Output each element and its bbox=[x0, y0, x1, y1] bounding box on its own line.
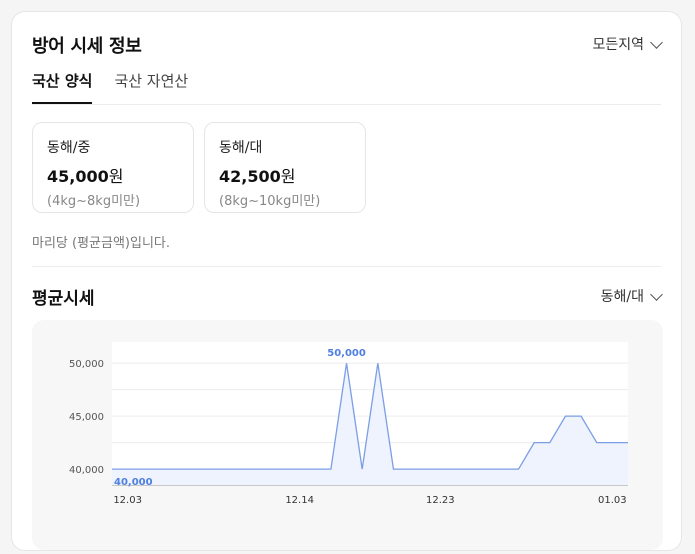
data-label: 50,000 bbox=[327, 348, 366, 359]
price-unit: 원 bbox=[108, 167, 124, 186]
region-label: 모든지역 bbox=[592, 37, 644, 53]
average-grade-dropdown[interactable]: 동해/대 bbox=[600, 286, 663, 306]
price-note: 마리당 (평균금액)입니다. bbox=[32, 236, 171, 251]
price-range: (8kg~10kg미만) bbox=[219, 194, 321, 209]
price-box-east-medium[interactable]: 동해/중 45,000원 (4kg~8kg미만) bbox=[32, 122, 194, 213]
price-list: 동해/중 45,000원 (4kg~8kg미만) 동해/대 42,500원 (8… bbox=[32, 122, 366, 213]
x-tick-label: 01.03 bbox=[598, 495, 627, 506]
x-tick-label: 12.23 bbox=[426, 495, 455, 506]
chevron-down-icon bbox=[650, 287, 663, 301]
tab-bar: 국산 양식 국산 자연산 bbox=[32, 70, 661, 105]
y-tick-label: 45,000 bbox=[69, 412, 104, 423]
price-card: 방어 시세 정보 모든지역 국산 양식 국산 자연산 동해/중 45,000원 … bbox=[11, 11, 682, 551]
tab-domestic-wild[interactable]: 국산 자연산 bbox=[114, 70, 188, 104]
x-tick-label: 12.14 bbox=[285, 495, 314, 506]
price-range: (4kg~8kg미만) bbox=[47, 194, 141, 209]
data-label: 40,000 bbox=[114, 477, 153, 488]
average-grade-label: 동해/대 bbox=[600, 289, 644, 305]
y-tick-label: 50,000 bbox=[69, 359, 104, 370]
price-box-east-large[interactable]: 동해/대 42,500원 (8kg~10kg미만) bbox=[204, 122, 366, 213]
page-title: 방어 시세 정보 bbox=[32, 36, 142, 57]
price-value: 45,000원 bbox=[47, 163, 179, 187]
x-tick-label: 12.03 bbox=[113, 495, 142, 506]
price-amount: 42,500 bbox=[219, 167, 281, 186]
average-price-title: 평균시세 bbox=[32, 289, 95, 309]
price-chart: 40,000 45,000 50,000 12.03 12.14 12.23 01.03 50… bbox=[69, 342, 628, 506]
y-tick-label: 40,000 bbox=[69, 465, 104, 476]
price-name: 동해/중 bbox=[47, 140, 91, 156]
price-amount: 45,000 bbox=[47, 167, 109, 186]
chevron-down-icon bbox=[650, 35, 663, 49]
price-value: 42,500원 bbox=[219, 163, 351, 187]
price-name: 동해/대 bbox=[219, 140, 263, 156]
price-unit: 원 bbox=[280, 167, 296, 186]
tab-domestic-farmed[interactable]: 국산 양식 bbox=[32, 70, 93, 104]
chart-panel: 40,000 45,000 50,000 12.03 12.14 12.23 01.03 50… bbox=[32, 320, 663, 550]
region-dropdown[interactable]: 모든지역 bbox=[592, 34, 663, 54]
divider bbox=[32, 266, 661, 267]
